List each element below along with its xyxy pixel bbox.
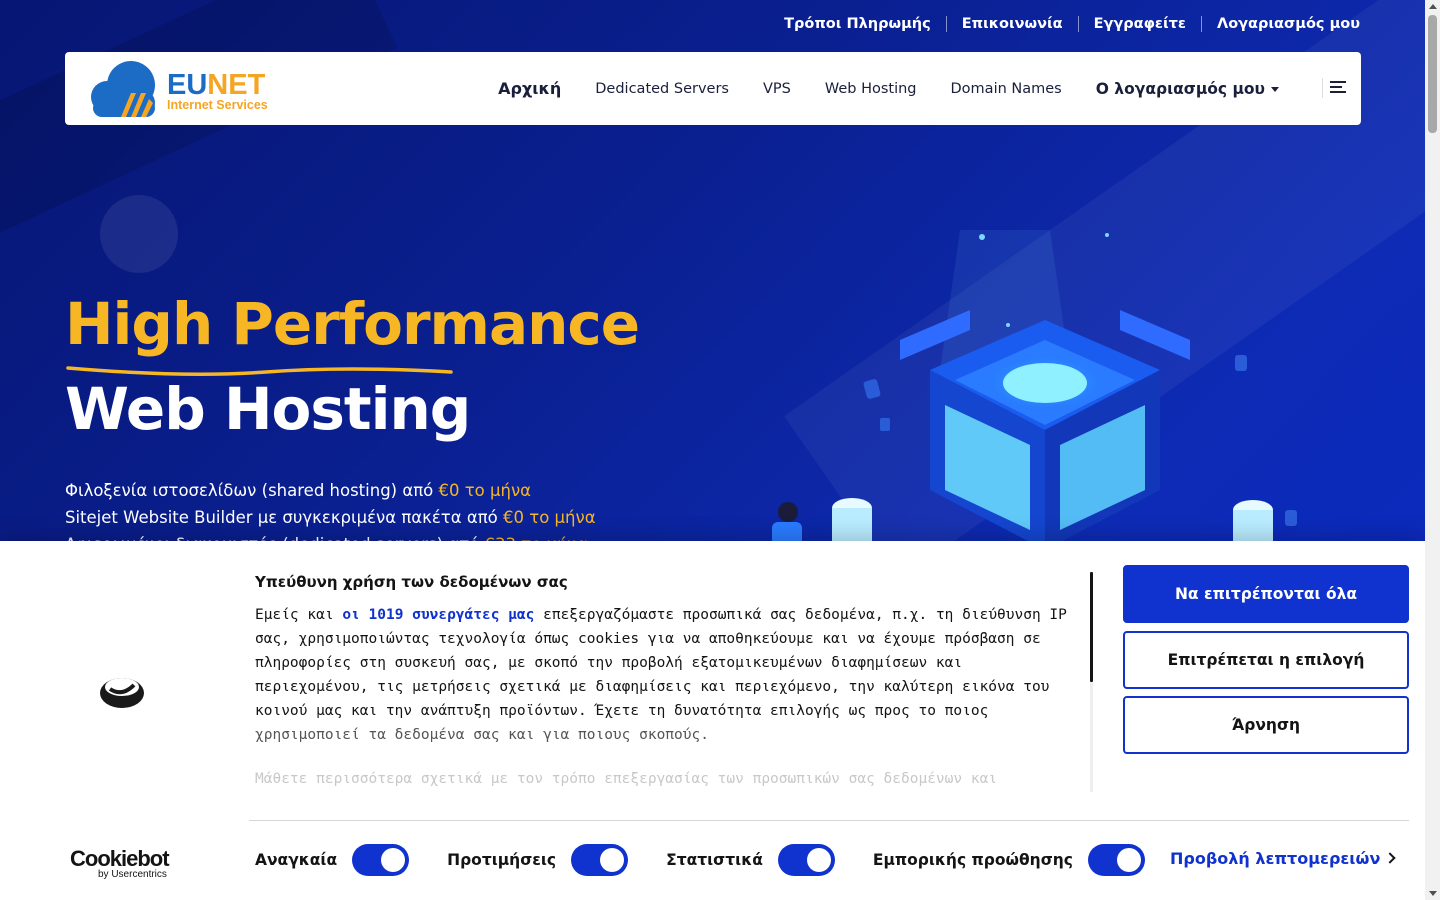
cookie-heading: Υπεύθυνη χρήση των δεδομένων σας xyxy=(255,573,568,591)
contact-link[interactable]: Επικοινωνία xyxy=(947,16,1078,32)
payment-methods-link[interactable]: Τρόποι Πληρωμής xyxy=(769,16,946,32)
divider xyxy=(249,820,1409,821)
cookie-consent-banner: Υπεύθυνη χρήση των δεδομένων σας Εμείς κ… xyxy=(0,541,1425,900)
logo-wordmark: EUNET Internet Services xyxy=(167,69,268,112)
cookiebot-brand[interactable]: Cookiebot by Usercentrics xyxy=(70,846,170,880)
nav-item-my-account-label: Ο λογαριασμός μου xyxy=(1095,79,1265,98)
cookie-text: επεξεργαζόμαστε προσωπικά σας δεδομένα, … xyxy=(255,607,1067,719)
cookiebot-by: by Usercentrics xyxy=(98,869,167,880)
preferences-toggle-switch[interactable] xyxy=(571,844,629,876)
toggle-label: Εμπορικής προώθησης xyxy=(872,851,1073,869)
toggle-statistics: Στατιστικά xyxy=(666,844,835,876)
hero-feature-line: Φιλοξενία ιστοσελίδων (shared hosting) α… xyxy=(65,481,531,500)
nav-item-home[interactable]: Αρχική xyxy=(498,79,561,98)
decorative-circle xyxy=(100,195,178,273)
nav-item-vps[interactable]: VPS xyxy=(763,81,791,97)
cookie-description: Εμείς και οι 1019 συνεργάτες μας επεξεργ… xyxy=(255,603,1075,747)
statistics-toggle-switch[interactable] xyxy=(777,844,835,876)
hero-feature-price: €0 το μήνα xyxy=(503,508,596,527)
deny-button[interactable]: Άρνηση xyxy=(1123,696,1409,754)
scroll-up-arrow-icon[interactable] xyxy=(1429,4,1437,9)
necessary-toggle-switch[interactable] xyxy=(352,844,410,876)
logo-subtitle: Internet Services xyxy=(167,98,268,112)
cookie-text: Εμείς και xyxy=(255,607,343,623)
toggle-label: Στατιστικά xyxy=(666,851,763,869)
nav-item-my-account[interactable]: Ο λογαριασμός μου xyxy=(1096,80,1279,98)
hamburger-menu-icon[interactable] xyxy=(1330,81,1346,95)
hero-feature-text: Sitejet Website Builder με συγκεκριμένα … xyxy=(65,508,504,527)
toggle-necessary: Αναγκαία xyxy=(255,844,410,876)
consent-toggles: Αναγκαία Προτιμήσεις Στατιστικά Εμπορική… xyxy=(255,844,1183,876)
logo-eu: EU xyxy=(167,69,208,101)
cookiebot-logo-icon xyxy=(100,678,144,708)
main-navbar: EUNET Internet Services Αρχική Dedicated… xyxy=(65,52,1361,125)
toggle-preferences: Προτιμήσεις xyxy=(447,844,629,876)
server-illustration xyxy=(772,230,1297,550)
top-utility-bar: Τρόποι Πληρωμής Επικοινωνία Εγγραφείτε Λ… xyxy=(769,16,1360,32)
hero-title: Web Hosting xyxy=(65,375,471,443)
scroll-down-arrow-icon[interactable] xyxy=(1429,891,1437,896)
partners-link[interactable]: οι 1019 συνεργάτες μας xyxy=(342,607,534,623)
logo-net: NET xyxy=(207,69,266,101)
nav-item-domain-names[interactable]: Domain Names xyxy=(951,81,1062,97)
nav-item-dedicated-servers[interactable]: Dedicated Servers xyxy=(595,81,729,97)
toggle-label: Προτιμήσεις xyxy=(447,851,557,869)
marketing-toggle-switch[interactable] xyxy=(1087,844,1145,876)
caret-down-icon xyxy=(1271,86,1279,92)
toggle-label: Αναγκαία xyxy=(255,851,338,869)
cookie-text: χρησιμοποιεί τα δεδομένα σας και για ποι… xyxy=(255,727,709,743)
cloud-logo-icon xyxy=(91,61,155,117)
eunet-logo[interactable]: EUNET Internet Services xyxy=(79,59,289,119)
hero-feature-text: Φιλοξενία ιστοσελίδων (shared hosting) α… xyxy=(65,481,439,500)
hero-feature-price: €0 το μήνα xyxy=(438,481,532,500)
cookie-text-scrollbar[interactable] xyxy=(1090,572,1093,682)
nav-menu: Αρχική Dedicated Servers VPS Web Hosting… xyxy=(498,52,1279,125)
show-details-link[interactable]: Προβολή λεπτομερειών xyxy=(1170,849,1380,868)
toggle-marketing: Εμπορικής προώθησης xyxy=(873,844,1145,876)
background-band xyxy=(0,0,398,302)
allow-all-button[interactable]: Να επιτρέπονται όλα xyxy=(1123,565,1409,623)
my-account-link[interactable]: Λογαριασμός μου xyxy=(1202,16,1360,32)
page-scrollbar[interactable] xyxy=(1425,0,1440,900)
scrollbar-thumb[interactable] xyxy=(1428,15,1437,133)
cookie-text-scroll-track xyxy=(1090,682,1093,792)
chevron-right-icon[interactable] xyxy=(1384,852,1396,864)
divider xyxy=(1322,78,1323,98)
register-link[interactable]: Εγγραφείτε xyxy=(1079,16,1201,32)
nav-item-web-hosting[interactable]: Web Hosting xyxy=(825,81,917,97)
cookie-more-text: Μάθετε περισσότερα σχετικά με τον τρόπο … xyxy=(255,771,998,787)
hero-feature-line: Sitejet Website Builder με συγκεκριμένα … xyxy=(65,508,596,527)
allow-selection-button[interactable]: Επιτρέπεται η επιλογή xyxy=(1123,631,1409,689)
hero-title-highlight: High Performance xyxy=(65,290,640,358)
